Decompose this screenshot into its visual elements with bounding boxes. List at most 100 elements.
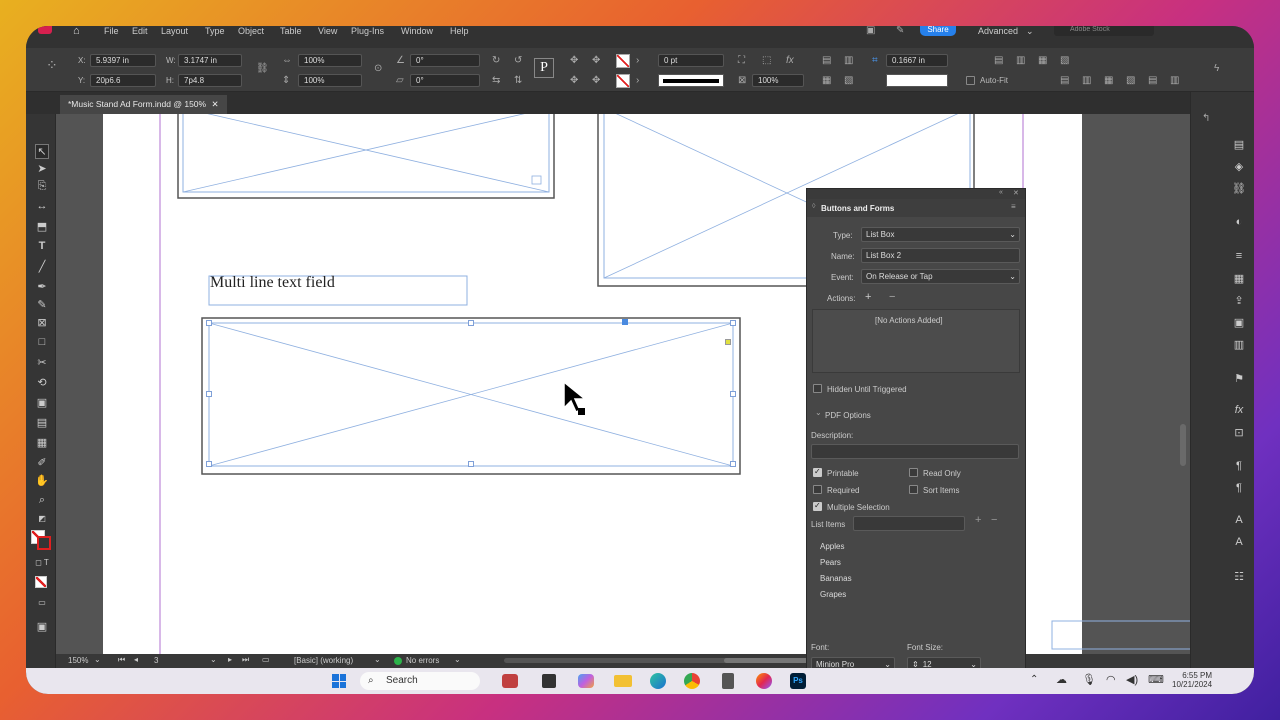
frame-fitting-icon[interactable]: ⛶ bbox=[738, 56, 745, 66]
direct-selection-tool-icon[interactable]: ➤ bbox=[35, 162, 49, 175]
properties-icon[interactable]: ☷ bbox=[1231, 570, 1247, 583]
character-styles-icon[interactable]: A bbox=[1231, 536, 1247, 548]
list-item-input[interactable] bbox=[853, 516, 965, 531]
type-select[interactable]: List Box ⌄ bbox=[861, 227, 1020, 242]
taskbar-search[interactable]: ⌕ Search bbox=[360, 672, 480, 690]
select-previous-icon[interactable]: ✥ bbox=[570, 76, 578, 86]
pages-icon[interactable]: ▤ bbox=[1231, 138, 1247, 151]
last-page-icon[interactable]: ⏭ bbox=[242, 655, 249, 665]
menu-table[interactable]: Table bbox=[280, 26, 302, 36]
text-field-label[interactable]: Multi line text field bbox=[210, 274, 335, 292]
eyedropper-tool-icon[interactable]: ✐ bbox=[35, 456, 49, 469]
rectangle-frame-tool-icon[interactable]: ⊠ bbox=[35, 316, 49, 329]
default-colors-icon[interactable]: ◩ bbox=[35, 514, 49, 523]
apply-none-icon[interactable] bbox=[35, 576, 47, 588]
next-page-icon[interactable]: ▸ bbox=[228, 655, 232, 664]
p-icon[interactable]: P bbox=[534, 58, 554, 78]
distribute-icon[interactable]: ▥ bbox=[1016, 56, 1025, 66]
formatting-affects-container-icon[interactable]: ◻ T bbox=[35, 558, 49, 567]
color-icon[interactable]: ◐ bbox=[1231, 216, 1247, 228]
windows-start-icon[interactable] bbox=[332, 674, 346, 688]
opacity-field[interactable]: 100% bbox=[752, 74, 804, 87]
panel-toggle-icon[interactable]: ↰ bbox=[1202, 114, 1210, 124]
align-center-icon[interactable]: ▥ bbox=[844, 56, 853, 66]
select-content-icon[interactable]: ✥ bbox=[592, 56, 600, 66]
menu-type[interactable]: Type bbox=[205, 26, 225, 36]
height-field[interactable]: 7p4.8 bbox=[178, 74, 242, 87]
gradient-tool-icon[interactable]: ▣ bbox=[35, 396, 49, 409]
chevron-down-icon[interactable]: ⌄ bbox=[94, 655, 101, 664]
close-icon[interactable]: ✕ bbox=[211, 99, 218, 109]
first-page-icon[interactable]: ⏮ bbox=[118, 655, 125, 665]
select-container-icon[interactable]: ✥ bbox=[570, 56, 578, 66]
character-icon[interactable]: A bbox=[1231, 514, 1247, 526]
hand-tool-icon[interactable]: ✋ bbox=[35, 474, 49, 487]
link-scale-icon[interactable]: ⊙ bbox=[374, 64, 382, 74]
fx-icon[interactable]: fx bbox=[786, 56, 794, 66]
chevron-right-icon[interactable]: › bbox=[636, 76, 639, 86]
copilot-icon[interactable] bbox=[578, 674, 594, 688]
gradient-icon[interactable]: ▣ bbox=[1231, 316, 1247, 329]
document-tab[interactable]: *Music Stand Ad Form.indd @ 150% ✕ bbox=[60, 95, 227, 114]
flip-horizontal-icon[interactable]: ⇆ bbox=[492, 76, 500, 86]
description-field[interactable] bbox=[811, 444, 1019, 459]
rotate-field[interactable]: 0° bbox=[410, 54, 480, 67]
preview-mode-icon[interactable]: ▣ bbox=[35, 620, 49, 633]
selection-handle[interactable] bbox=[206, 391, 212, 397]
selection-handle[interactable] bbox=[468, 320, 474, 326]
preflight-profile[interactable]: [Basic] (working) bbox=[294, 656, 353, 665]
edge-icon[interactable] bbox=[650, 673, 666, 689]
screen-mode-icon[interactable]: ▭ bbox=[35, 598, 49, 607]
chevron-right-icon[interactable]: › bbox=[636, 56, 639, 66]
stroke-icon[interactable]: ≡ bbox=[1231, 250, 1247, 262]
paragraph-styles-icon[interactable]: ¶ bbox=[1231, 482, 1247, 494]
distribute-icon[interactable]: ▤ bbox=[1148, 76, 1157, 86]
previous-page-icon[interactable]: ◂ bbox=[134, 655, 138, 664]
width-field[interactable]: 3.1747 in bbox=[178, 54, 242, 67]
selection-handle[interactable] bbox=[730, 320, 736, 326]
distribute-icon[interactable]: ▦ bbox=[1104, 76, 1113, 86]
panel-menu-icon[interactable]: ≡ bbox=[1011, 202, 1016, 211]
required-checkbox[interactable] bbox=[813, 485, 822, 494]
volume-icon[interactable]: ◀) bbox=[1126, 673, 1138, 686]
align-middle-icon[interactable]: ▧ bbox=[844, 76, 853, 86]
collapse-icon[interactable]: « bbox=[999, 189, 1003, 196]
distribute-icon[interactable]: ▤ bbox=[1060, 76, 1069, 86]
constrain-proportions-icon[interactable]: ⛓ bbox=[256, 64, 269, 74]
offset-field[interactable]: 0.1667 in bbox=[886, 54, 948, 67]
autofit-checkbox[interactable] bbox=[966, 76, 975, 85]
fill-swatch-icon[interactable] bbox=[616, 54, 630, 68]
share-button[interactable]: Share bbox=[920, 26, 956, 36]
preflight-status[interactable]: No errors bbox=[406, 656, 439, 665]
wifi-icon[interactable]: ◠ bbox=[1106, 673, 1116, 686]
distribute-icon[interactable]: ▧ bbox=[1126, 76, 1135, 86]
distribute-icon[interactable]: ▤ bbox=[994, 56, 1003, 66]
export-icon[interactable]: ⇪ bbox=[1231, 294, 1247, 307]
paragraph-icon[interactable]: ¶ bbox=[1231, 460, 1247, 472]
close-icon[interactable]: ✕ bbox=[1013, 189, 1019, 197]
selection-handle[interactable] bbox=[206, 320, 212, 326]
rotate-ccw-icon[interactable]: ↺ bbox=[514, 56, 522, 66]
pen-tool-icon[interactable]: ✒ bbox=[35, 280, 49, 293]
chevron-up-icon[interactable]: ⌃ bbox=[1030, 674, 1038, 685]
scissors-tool-icon[interactable]: ✂ bbox=[35, 356, 49, 369]
menu-edit[interactable]: Edit bbox=[132, 26, 148, 36]
swatches-icon[interactable]: ▦ bbox=[1231, 272, 1247, 285]
app-icon[interactable] bbox=[502, 674, 518, 688]
selection-handle[interactable] bbox=[206, 461, 212, 467]
bookmarks-icon[interactable]: ⚑ bbox=[1231, 372, 1247, 385]
event-select[interactable]: On Release or Tap ⌄ bbox=[861, 269, 1020, 284]
open-page-icon[interactable]: ▭ bbox=[262, 655, 270, 664]
list-item[interactable]: Apples bbox=[820, 542, 844, 551]
menu-view[interactable]: View bbox=[318, 26, 337, 36]
effects-swatch[interactable] bbox=[886, 74, 948, 87]
line-tool-icon[interactable]: ╱ bbox=[35, 260, 49, 273]
corner-options-handle[interactable] bbox=[725, 339, 731, 345]
menu-layout[interactable]: Layout bbox=[161, 26, 188, 36]
chevron-down-icon[interactable]: ⌄ bbox=[815, 408, 822, 417]
distribute-icon[interactable]: ▥ bbox=[1082, 76, 1091, 86]
stroke-type-select[interactable] bbox=[658, 74, 724, 87]
vertical-scroll-thumb[interactable] bbox=[1180, 424, 1186, 466]
add-action-icon[interactable]: + bbox=[865, 291, 871, 303]
select-next-icon[interactable]: ✥ bbox=[592, 76, 600, 86]
